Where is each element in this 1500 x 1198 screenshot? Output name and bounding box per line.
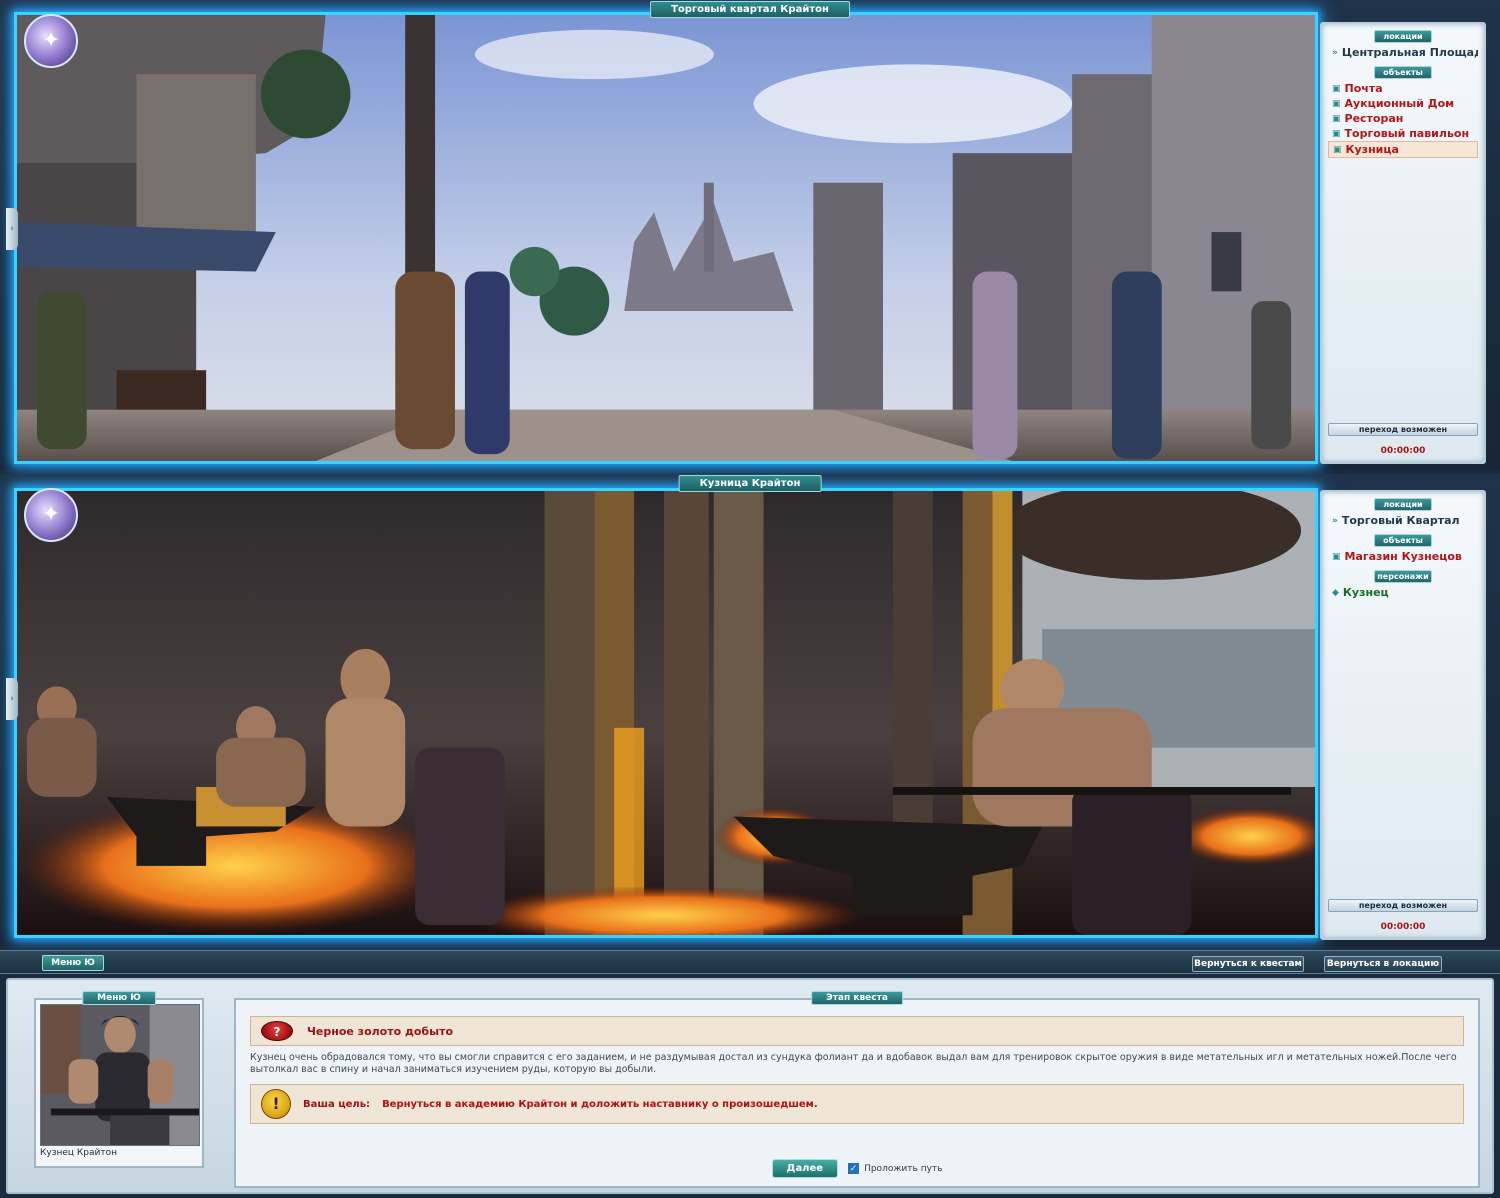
npc-link-blacksmith[interactable]: ◆ Кузнец — [1328, 585, 1478, 600]
return-to-quests-button[interactable]: Вернуться к квестам — [1192, 956, 1304, 972]
location-scene-frame[interactable] — [14, 12, 1318, 464]
quest-stage-box: Этап квеста ? Черное золото добыто Кузне… — [234, 991, 1480, 1188]
diamond-icon: ◆ — [1332, 587, 1339, 598]
door-enter-icon: ▣ — [1332, 128, 1341, 139]
next-button[interactable]: Далее — [771, 1159, 839, 1178]
object-link-post[interactable]: ▣ Почта — [1328, 81, 1478, 96]
game-logo-emblem[interactable]: ✦ — [24, 14, 78, 68]
dialog-toolbar: Меню Ю Вернуться к квестам Вернуться в л… — [0, 950, 1500, 974]
transition-status-text: переход возможен — [1328, 423, 1478, 436]
npc-portrait-card: Меню Ю Кузнец Крайтон — [34, 991, 204, 1168]
question-mark-icon: ? — [261, 1021, 293, 1041]
location-label: Торговый Квартал — [1341, 514, 1460, 527]
collapse-handle[interactable]: › — [6, 678, 18, 720]
object-link-forge[interactable]: ▣ Кузница — [1328, 141, 1478, 158]
location-link-trade-quarter[interactable]: » Торговый Квартал — [1328, 513, 1478, 528]
transition-status: переход возможен 00:00:00 — [1328, 899, 1478, 932]
npc-label: Кузнец — [1342, 586, 1389, 599]
quest-title: Черное золото добыто — [307, 1024, 453, 1038]
object-label: Торговый павильон — [1344, 127, 1470, 140]
location-scene-frame[interactable] — [14, 488, 1318, 938]
game-logo-emblem[interactable]: ✦ — [24, 488, 78, 542]
object-link-trade-pavilion[interactable]: ▣ Торговый павильон — [1328, 126, 1478, 141]
locations-section-header: локации — [1374, 30, 1432, 43]
door-enter-icon: ▣ — [1332, 113, 1341, 124]
double-arrow-icon: » — [1332, 515, 1338, 526]
build-path-label: Проложить путь — [864, 1163, 943, 1174]
location-title: Кузница Крайтон — [678, 475, 822, 492]
location-label: Центральная Площадь — [1341, 46, 1478, 59]
location-title: Торговый квартал Крайтон — [650, 1, 850, 18]
object-link-restaurant[interactable]: ▣ Ресторан — [1328, 111, 1478, 126]
menu-tab[interactable]: Меню Ю — [42, 955, 104, 971]
collapse-handle[interactable]: › — [6, 208, 18, 250]
quest-title-row: ? Черное золото добыто — [250, 1016, 1464, 1046]
location-navigation-list: локации » Центральная Площадь объекты ▣ … — [1320, 22, 1486, 464]
object-label: Ресторан — [1344, 112, 1404, 125]
location-panel-market: Торговый квартал Крайтон ✦ › локации » Ц… — [0, 0, 1500, 470]
quest-dialog: Меню Ю Кузнец Крайтон Этап квеста ? Черн… — [6, 978, 1494, 1194]
door-enter-icon: ▣ — [1332, 98, 1341, 109]
double-arrow-icon: » — [1332, 47, 1338, 58]
object-label: Кузница — [1345, 143, 1399, 156]
goal-text: Вернуться в академию Крайтон и доложить … — [382, 1098, 818, 1110]
object-link-auction-house[interactable]: ▣ Аукционный Дом — [1328, 96, 1478, 111]
location-navigation-list: локации » Торговый Квартал объекты ▣ Маг… — [1320, 490, 1486, 940]
location-panel-forge: Кузница Крайтон ✦ › локации » Торговый К… — [0, 474, 1500, 946]
quest-description: Кузнец очень обрадовался тому, что вы см… — [250, 1052, 1457, 1075]
transition-timer: 00:00:00 — [1380, 446, 1426, 456]
return-to-location-button[interactable]: Вернуться в локацию — [1324, 956, 1442, 972]
npcs-section-header: персонажи — [1374, 570, 1432, 583]
transition-status-text: переход возможен — [1328, 899, 1478, 912]
object-label: Аукционный Дом — [1344, 97, 1455, 110]
transition-timer: 00:00:00 — [1380, 922, 1426, 932]
quest-goal-row: ! Ваша цель: Вернуться в академию Крайто… — [250, 1084, 1464, 1124]
market-street-scene[interactable] — [17, 15, 1315, 461]
door-enter-icon: ▣ — [1333, 144, 1342, 155]
checkbox-checked-icon[interactable]: ✓ — [848, 1163, 860, 1174]
door-enter-icon: ▣ — [1332, 551, 1341, 562]
goal-label: Ваша цель: — [303, 1098, 371, 1110]
quest-stage-tab: Этап квеста — [811, 991, 903, 1005]
door-enter-icon: ▣ — [1332, 83, 1341, 94]
object-label: Магазин Кузнецов — [1344, 550, 1462, 563]
portrait-card-tab: Меню Ю — [82, 991, 156, 1005]
quest-actions: Далее ✓ Проложить путь — [236, 1159, 1478, 1178]
locations-section-header: локации — [1374, 498, 1432, 511]
object-label: Почта — [1344, 82, 1383, 95]
objects-section-header: объекты — [1374, 66, 1432, 79]
portrait-caption: Кузнец Крайтон — [40, 1148, 118, 1158]
blacksmith-portrait — [40, 1004, 200, 1146]
object-link-smith-shop[interactable]: ▣ Магазин Кузнецов — [1328, 549, 1478, 564]
objects-section-header: объекты — [1374, 534, 1432, 547]
forge-interior-scene[interactable] — [17, 491, 1315, 935]
location-link-central-square[interactable]: » Центральная Площадь — [1328, 45, 1478, 60]
build-path-checkbox[interactable]: ✓ Проложить путь — [848, 1163, 942, 1174]
exclamation-icon: ! — [261, 1089, 291, 1119]
transition-status: переход возможен 00:00:00 — [1328, 423, 1478, 456]
